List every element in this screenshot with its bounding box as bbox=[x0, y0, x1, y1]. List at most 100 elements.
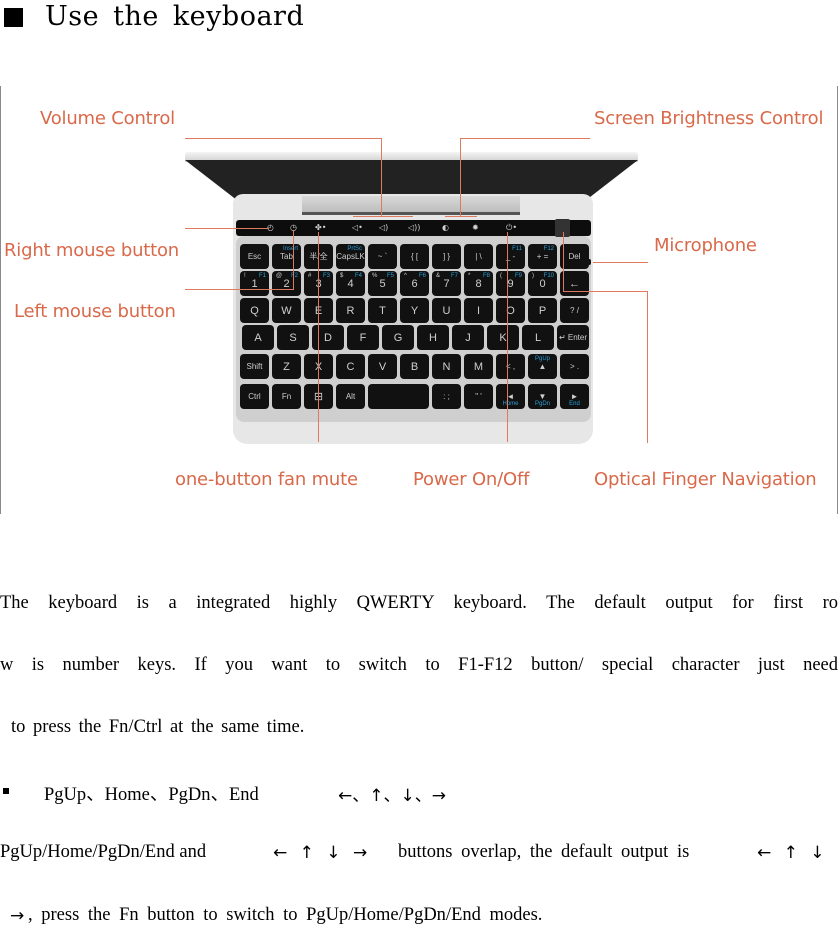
key-bracket-left[interactable]: { [ bbox=[400, 244, 429, 269]
key-z[interactable]: Z bbox=[272, 354, 301, 379]
key-tab[interactable]: Insert Tab bbox=[272, 244, 301, 269]
down-arrow-icon: ▼ bbox=[538, 392, 547, 401]
key-right-end[interactable]: ► End bbox=[560, 384, 589, 409]
key-colon[interactable]: : ; bbox=[432, 384, 461, 409]
heading-word: Use bbox=[45, 0, 100, 32]
key-equals[interactable]: F12 + = bbox=[528, 244, 557, 269]
up-arrow-icon: ▲ bbox=[538, 362, 547, 371]
callout-right-mouse-button: Right mouse button bbox=[4, 240, 180, 261]
leader-line bbox=[318, 232, 319, 442]
backspace-arrow-icon: ← bbox=[569, 277, 580, 290]
key-y[interactable]: Y bbox=[400, 298, 429, 323]
key-k[interactable]: K bbox=[487, 325, 519, 350]
leader-line bbox=[507, 232, 508, 442]
paragraph2-line2-text: , press the Fn button to switch to PgUp/… bbox=[28, 905, 543, 925]
callout-fan-mute: one-button fan mute bbox=[175, 469, 358, 490]
key-esc[interactable]: Esc bbox=[240, 244, 269, 269]
key-8[interactable]: * F8 8 bbox=[464, 271, 493, 296]
callout-screen-brightness-control: Screen Brightness Control bbox=[594, 108, 824, 129]
leader-line bbox=[353, 216, 413, 217]
key-alt[interactable]: Alt bbox=[336, 384, 365, 409]
key-ctrl[interactable]: Ctrl bbox=[240, 384, 269, 409]
key-c[interactable]: C bbox=[336, 354, 365, 379]
key-5[interactable]: % F5 5 bbox=[368, 271, 397, 296]
key-b[interactable]: B bbox=[400, 354, 429, 379]
bullet-keys-text: PgUp、Home、PgDn、End bbox=[44, 785, 259, 805]
callout-power: Power On/Off bbox=[413, 469, 530, 490]
callout-left-mouse-button: Left mouse button bbox=[14, 301, 176, 322]
key-minus[interactable]: F11 _ - bbox=[496, 244, 525, 269]
key-l[interactable]: L bbox=[522, 325, 554, 350]
key-o[interactable]: O bbox=[496, 298, 525, 323]
key-backspace[interactable]: ← bbox=[560, 271, 589, 296]
paragraph-line: w is number keys. If you want to switch … bbox=[0, 655, 838, 675]
key-j[interactable]: J bbox=[452, 325, 484, 350]
key-9[interactable]: (F9 9 bbox=[496, 271, 525, 296]
key-7[interactable]: & F7 7 bbox=[432, 271, 461, 296]
volume-mute-icon: ◁• bbox=[352, 223, 363, 232]
callout-optical-finger-navigation: Optical Finger Navigation bbox=[594, 469, 817, 490]
key-tilde[interactable]: ~ ` bbox=[368, 244, 397, 269]
key-m[interactable]: M bbox=[464, 354, 493, 379]
volume-up-icon: ◁)) bbox=[408, 223, 421, 232]
paragraph2-prefix: PgUp/Home/PgDn/End and bbox=[0, 842, 207, 862]
fan-icon: ✤• bbox=[315, 223, 327, 232]
key-bracket-right[interactable]: ] } bbox=[432, 244, 461, 269]
leader-line bbox=[445, 216, 477, 217]
volume-down-icon: ◁) bbox=[379, 223, 389, 232]
brightness-down-icon: ◐ bbox=[442, 223, 449, 232]
key-p[interactable]: P bbox=[528, 298, 557, 323]
power-icon: ⏻• bbox=[506, 223, 518, 232]
key-i[interactable]: I bbox=[464, 298, 493, 323]
key-period[interactable]: > . bbox=[560, 354, 589, 379]
heading-word: the bbox=[113, 0, 159, 32]
key-s[interactable]: S bbox=[277, 325, 309, 350]
key-comma[interactable]: < , bbox=[496, 354, 525, 379]
key-1[interactable]: ! F1 1 bbox=[240, 271, 269, 296]
keyboard-row-2: Q W E R T Y U I O P ? / bbox=[240, 298, 589, 323]
key-f[interactable]: F bbox=[347, 325, 379, 350]
key-backslash[interactable]: | \ bbox=[464, 244, 493, 269]
key-fn[interactable]: Fn bbox=[272, 384, 301, 409]
paragraph2-arrows: ← ↑ ↓ → bbox=[273, 843, 368, 863]
section-heading: Use the keyboard bbox=[4, 0, 318, 36]
key-4[interactable]: $ F4 4 bbox=[336, 271, 365, 296]
key-delete[interactable]: Del bbox=[560, 244, 589, 269]
bullet-arrows-text: ←、↑、↓、→ bbox=[338, 786, 446, 806]
key-6[interactable]: ^ F6 6 bbox=[400, 271, 429, 296]
key-a[interactable]: A bbox=[242, 325, 274, 350]
leader-line bbox=[185, 228, 269, 229]
key-quote[interactable]: " ' bbox=[464, 384, 493, 409]
key-w[interactable]: W bbox=[272, 298, 301, 323]
leader-line bbox=[593, 262, 648, 263]
key-d[interactable]: D bbox=[312, 325, 344, 350]
key-0[interactable]: ) F10 0 bbox=[528, 271, 557, 296]
paragraph2-middle: buttons overlap, the default output is bbox=[398, 842, 690, 862]
leader-line bbox=[185, 138, 381, 139]
key-left-home[interactable]: ◄ Home bbox=[496, 384, 525, 409]
key-2[interactable]: @ F2 2 bbox=[272, 271, 301, 296]
key-enter[interactable]: ↵ Enter bbox=[557, 325, 589, 350]
key-n[interactable]: N bbox=[432, 354, 461, 379]
key-up-pgup[interactable]: PgUp ▲ bbox=[528, 354, 557, 379]
brightness-up-icon: ✹ bbox=[472, 223, 479, 232]
laptop-hinge bbox=[302, 196, 520, 215]
key-shift[interactable]: Shift bbox=[240, 354, 269, 379]
key-question[interactable]: ? / bbox=[560, 298, 589, 323]
key-t[interactable]: T bbox=[368, 298, 397, 323]
leader-line bbox=[460, 138, 461, 216]
right-arrow-icon: ► bbox=[570, 392, 579, 401]
key-space[interactable] bbox=[368, 384, 429, 409]
leader-line bbox=[460, 138, 590, 139]
leader-line bbox=[185, 289, 293, 290]
leader-line bbox=[563, 232, 564, 292]
key-capslock[interactable]: PrtSc CapsLK bbox=[336, 244, 365, 269]
key-q[interactable]: Q bbox=[240, 298, 269, 323]
key-h[interactable]: H bbox=[417, 325, 449, 350]
key-r[interactable]: R bbox=[336, 298, 365, 323]
key-u[interactable]: U bbox=[432, 298, 461, 323]
callout-volume-control: Volume Control bbox=[40, 108, 175, 129]
key-v[interactable]: V bbox=[368, 354, 397, 379]
key-g[interactable]: G bbox=[382, 325, 414, 350]
key-down-pgdn[interactable]: ▼ PgDn bbox=[528, 384, 557, 409]
